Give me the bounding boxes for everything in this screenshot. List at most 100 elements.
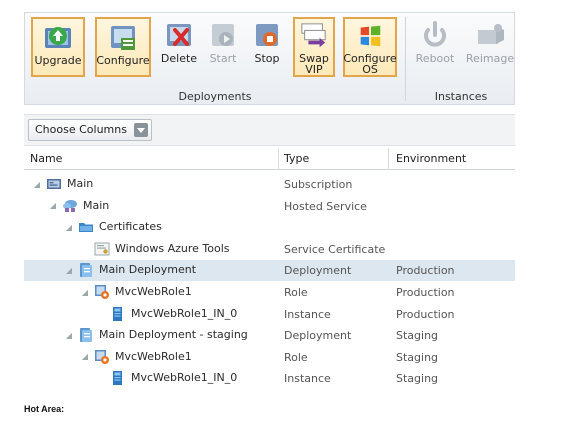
- tree-row-name: ◢ Certificates: [64, 219, 162, 235]
- stop-icon: [256, 24, 278, 46]
- swap-vip-button[interactable]: Swap VIP: [293, 17, 335, 77]
- tree-row-environment: Production: [396, 307, 455, 321]
- tree-row-label: Main: [67, 177, 94, 190]
- tree-row-label: Main Deployment - staging: [99, 328, 248, 342]
- tree-row-name: ◢ Main Deployment - staging: [64, 327, 248, 343]
- column-header-environment[interactable]: Environment: [396, 152, 466, 165]
- delete-button[interactable]: Delete: [159, 17, 199, 77]
- reimage-button[interactable]: Reimage: [465, 17, 515, 77]
- expand-collapse-icon[interactable]: ◢: [80, 352, 90, 361]
- tree-row-environment: Staging: [396, 329, 439, 343]
- expand-collapse-icon[interactable]: ◢: [32, 180, 42, 189]
- group-separator: [405, 17, 406, 101]
- tree-row-type: Deployment: [284, 329, 352, 343]
- start-label: Start: [209, 52, 237, 65]
- configure-button[interactable]: Configure: [95, 17, 151, 77]
- expand-collapse-icon[interactable]: ◢: [64, 266, 74, 275]
- tree-row-name: ◢ MvcWebRole1: [80, 349, 192, 365]
- tree-row-name: MvcWebRole1_IN_0: [96, 370, 237, 386]
- upgrade-icon: [45, 27, 71, 48]
- swap-vip-icon: [301, 23, 326, 48]
- configure-os-icon: [360, 25, 381, 47]
- tree-row-name: MvcWebRole1_IN_0: [96, 306, 237, 322]
- tree-row[interactable]: ◢ Certificates: [24, 217, 515, 238]
- delete-icon: [167, 24, 191, 46]
- upgrade-button[interactable]: Upgrade: [31, 17, 85, 77]
- start-icon: [212, 24, 234, 46]
- tree-row-name: ◢ Main: [32, 176, 93, 192]
- tree-row-name: ◢ Main: [48, 198, 109, 214]
- reboot-icon: [424, 21, 446, 47]
- tree-row[interactable]: ◢ MvcWebRole1 Role Production: [24, 282, 515, 303]
- hosted-service-icon: [62, 198, 78, 214]
- tree-row-environment: Production: [396, 264, 455, 278]
- delete-label: Delete: [160, 52, 198, 65]
- ribbon: Upgrade Configure Delete Start Stop Swap…: [24, 12, 515, 105]
- choose-columns-label: Choose Columns: [35, 123, 127, 136]
- deployments-group-label: Deployments: [178, 90, 252, 103]
- tree-row-type: Deployment: [284, 264, 352, 278]
- certificate-icon: [94, 241, 110, 257]
- chevron-down-icon: [134, 123, 148, 137]
- configure-os-label: Configure OS: [343, 52, 397, 76]
- reimage-icon: [478, 24, 504, 44]
- tree-row-type: Hosted Service: [284, 199, 367, 213]
- stop-button[interactable]: Stop: [249, 17, 285, 77]
- stop-label: Stop: [254, 52, 280, 65]
- configure-label: Configure: [96, 54, 150, 67]
- role-icon: [94, 284, 110, 300]
- tree-row-name: Windows Azure Tools: [80, 241, 230, 257]
- upgrade-label: Upgrade: [34, 54, 82, 67]
- grid-toolbar: Choose Columns: [24, 114, 515, 146]
- role-icon: [94, 349, 110, 365]
- column-divider[interactable]: [278, 148, 279, 170]
- tree-row-type: Service Certificate: [284, 242, 386, 256]
- tree-row-environment: Staging: [396, 350, 439, 364]
- reimage-label: Reimage: [465, 52, 515, 65]
- tree-row-name: ◢ Main Deployment: [64, 262, 196, 278]
- tree-row[interactable]: Windows Azure Tools Service Certificate: [24, 239, 515, 260]
- tree-row-name: ◢ MvcWebRole1: [80, 284, 192, 300]
- tree-row-label: Certificates: [99, 220, 162, 234]
- deployment-icon: [78, 262, 94, 278]
- column-header-row: Name Type Environment: [24, 148, 515, 170]
- folder-icon: [78, 219, 94, 235]
- deployment-icon: [78, 327, 94, 343]
- tree-row[interactable]: ◢ Main Deployment - staging Deployment Stag…: [24, 325, 515, 346]
- tree-row-type: Role: [284, 286, 308, 299]
- tree-row-type: Instance: [284, 372, 331, 386]
- tree-row-label: Main Deployment: [99, 263, 197, 277]
- tree-row-label: MvcWebRole1_IN_0: [131, 371, 238, 385]
- tree-row-label: MvcWebRole1_IN_0: [131, 306, 238, 320]
- instance-icon: [110, 306, 126, 322]
- column-header-type[interactable]: Type: [284, 152, 309, 165]
- tree-row-label: Windows Azure Tools: [115, 241, 230, 255]
- tree-row[interactable]: ◢ Main Hosted Service: [24, 196, 515, 217]
- instance-icon: [110, 370, 126, 386]
- expand-collapse-icon[interactable]: ◢: [64, 331, 74, 340]
- tree-row-environment: Staging: [396, 372, 439, 386]
- tree-row-label: MvcWebRole1: [115, 349, 192, 363]
- tree-row[interactable]: ◢ Main Subscription: [24, 174, 515, 195]
- tree-row-label: Main: [83, 198, 110, 212]
- configure-os-button[interactable]: Configure OS: [343, 17, 397, 77]
- expand-collapse-icon[interactable]: ◢: [64, 223, 74, 232]
- column-divider[interactable]: [388, 148, 389, 170]
- tree-row-type: Subscription: [284, 178, 353, 191]
- reboot-label: Reboot: [415, 52, 455, 65]
- tree-row[interactable]: MvcWebRole1_IN_0 Instance Staging: [24, 368, 515, 389]
- tree-row[interactable]: ◢ Main Deployment Deployment Production: [24, 260, 515, 282]
- column-header-name[interactable]: Name: [30, 152, 62, 165]
- expand-collapse-icon[interactable]: ◢: [48, 201, 58, 210]
- reboot-button[interactable]: Reboot: [413, 17, 457, 77]
- tree-row-environment: Production: [396, 286, 455, 299]
- tree-row-type: Instance: [284, 307, 331, 321]
- choose-columns-button[interactable]: Choose Columns: [28, 119, 152, 141]
- start-button[interactable]: Start: [205, 17, 241, 77]
- hot-area-label: Hot Area:: [24, 404, 65, 414]
- tree-row[interactable]: ◢ MvcWebRole1 Role Staging: [24, 347, 515, 368]
- expand-collapse-icon[interactable]: ◢: [80, 288, 90, 297]
- instances-group-label: Instances: [434, 90, 488, 103]
- tree-row[interactable]: MvcWebRole1_IN_0 Instance Production: [24, 304, 515, 325]
- tree-row-label: MvcWebRole1: [115, 285, 192, 298]
